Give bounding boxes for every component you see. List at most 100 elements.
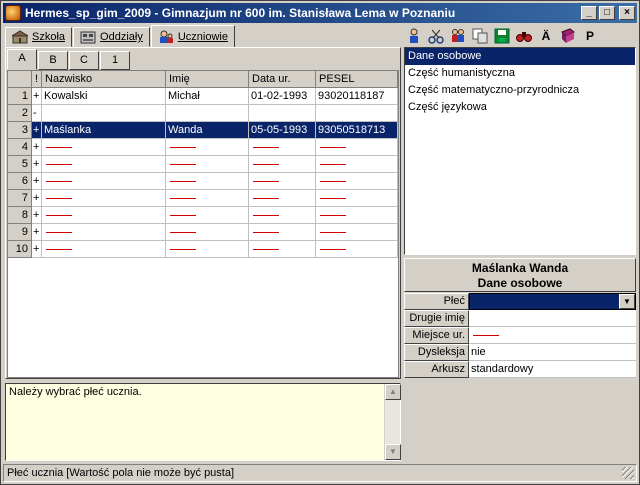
table-row[interactable]: 3 + Maślanka Wanda 05-05-1993 93050518713	[8, 122, 398, 139]
property-label[interactable]: Drugie imię	[404, 310, 469, 327]
birthplace-field[interactable]	[469, 327, 636, 344]
scroll-up-button[interactable]: ▲	[385, 384, 401, 400]
property-label[interactable]: Miejsce ur.	[404, 327, 469, 344]
cell-pesel[interactable]	[316, 190, 398, 207]
add-student-icon[interactable]	[405, 27, 423, 45]
cell-name[interactable]	[166, 105, 249, 122]
cell-name[interactable]	[166, 190, 249, 207]
cell-surname[interactable]: Kowalski	[42, 88, 166, 105]
minimize-button[interactable]: _	[581, 6, 597, 20]
cell-surname[interactable]	[42, 190, 166, 207]
list-item-czesc-mat-przyr[interactable]: Część matematyczno-przyrodnicza	[405, 82, 635, 99]
cell-name[interactable]	[166, 139, 249, 156]
cell-surname[interactable]	[42, 173, 166, 190]
table-row[interactable]: 1 + Kowalski Michał 01-02-1993 93020118187	[8, 88, 398, 105]
sheet-field[interactable]: standardowy	[469, 361, 636, 378]
column-header-flag[interactable]: !	[32, 71, 42, 88]
table-row[interactable]: 8 +	[8, 207, 398, 224]
dyslexia-field[interactable]: nie	[469, 344, 636, 361]
row-flag[interactable]: +	[32, 207, 42, 224]
cell-pesel[interactable]	[316, 139, 398, 156]
cell-dob[interactable]	[249, 156, 316, 173]
cell-dob[interactable]	[249, 105, 316, 122]
cell-dob[interactable]	[249, 241, 316, 258]
second-name-field[interactable]	[469, 310, 636, 327]
column-header-pesel[interactable]: PESEL	[316, 71, 398, 88]
cell-name[interactable]	[166, 156, 249, 173]
subtab-b[interactable]: B	[38, 51, 68, 70]
subtab-1[interactable]: 1	[100, 51, 130, 70]
tab-szkola[interactable]: Szkoła	[5, 27, 73, 47]
cell-name[interactable]	[166, 207, 249, 224]
cell-pesel[interactable]	[316, 173, 398, 190]
chevron-down-icon[interactable]: ▼	[619, 294, 635, 309]
cell-dob[interactable]	[249, 173, 316, 190]
cell-surname[interactable]	[42, 156, 166, 173]
maximize-button[interactable]: □	[599, 6, 615, 20]
resize-grip[interactable]	[622, 467, 634, 479]
cell-name[interactable]: Michał	[166, 88, 249, 105]
message-box[interactable]: Należy wybrać płeć ucznia. ▲ ▼	[5, 383, 401, 461]
table-row[interactable]: 9 +	[8, 224, 398, 241]
cell-pesel[interactable]	[316, 241, 398, 258]
book-icon[interactable]	[559, 27, 577, 45]
column-header-dob[interactable]: Data ur.	[249, 71, 316, 88]
row-flag[interactable]: +	[32, 122, 42, 139]
row-flag[interactable]: -	[32, 105, 42, 122]
copy-icon[interactable]	[471, 27, 489, 45]
row-flag[interactable]: +	[32, 156, 42, 173]
property-label[interactable]: Arkusz	[404, 361, 469, 378]
app-icon[interactable]	[5, 5, 21, 21]
cell-surname[interactable]	[42, 207, 166, 224]
cell-surname[interactable]: Maślanka	[42, 122, 166, 139]
sections-list[interactable]: Dane osobowe Część humanistyczna Część m…	[404, 47, 636, 255]
list-item-czesc-humanistyczna[interactable]: Część humanistyczna	[405, 65, 635, 82]
cell-name[interactable]	[166, 241, 249, 258]
cell-surname[interactable]	[42, 241, 166, 258]
column-header-surname[interactable]: Nazwisko	[42, 71, 166, 88]
cell-dob[interactable]: 05-05-1993	[249, 122, 316, 139]
save-icon[interactable]	[493, 27, 511, 45]
property-label[interactable]: Płeć	[404, 293, 469, 310]
cell-dob[interactable]	[249, 190, 316, 207]
table-row[interactable]: 10 +	[8, 241, 398, 258]
subtab-a[interactable]: A	[7, 49, 37, 70]
cell-pesel[interactable]	[316, 105, 398, 122]
move-students-icon[interactable]	[449, 27, 467, 45]
tab-uczniowie[interactable]: Uczniowie	[150, 25, 235, 48]
row-flag[interactable]: +	[32, 173, 42, 190]
title-bar[interactable]: Hermes_sp_gim_2009 - Gimnazjum nr 600 im…	[3, 3, 637, 23]
table-row[interactable]: 5 +	[8, 156, 398, 173]
cell-dob[interactable]	[249, 139, 316, 156]
message-scrollbar[interactable]: ▲ ▼	[384, 384, 401, 460]
column-header-name[interactable]: Imię	[166, 71, 249, 88]
gender-select[interactable]: ▼	[469, 293, 636, 310]
tab-oddzialy[interactable]: Oddziały	[73, 27, 150, 47]
table-row[interactable]: 6 +	[8, 173, 398, 190]
cell-dob[interactable]	[249, 207, 316, 224]
row-flag[interactable]: +	[32, 139, 42, 156]
cell-pesel[interactable]: 93020118187	[316, 88, 398, 105]
cell-pesel[interactable]	[316, 207, 398, 224]
students-grid[interactable]: ! Nazwisko Imię Data ur. PESEL 1 + Kowalsk…	[7, 70, 399, 378]
cell-dob[interactable]	[249, 224, 316, 241]
property-label[interactable]: Dysleksja	[404, 344, 469, 361]
cell-dob[interactable]: 01-02-1993	[249, 88, 316, 105]
cell-name[interactable]	[166, 173, 249, 190]
cell-name[interactable]: Wanda	[166, 122, 249, 139]
table-row[interactable]: 2-	[8, 105, 398, 122]
list-item-dane-osobowe[interactable]: Dane osobowe	[405, 48, 635, 65]
umlaut-a-icon[interactable]: Ä	[537, 27, 555, 45]
row-flag[interactable]: +	[32, 224, 42, 241]
cell-name[interactable]	[166, 224, 249, 241]
table-row[interactable]: 7 +	[8, 190, 398, 207]
close-button[interactable]: ×	[619, 6, 635, 20]
cell-pesel[interactable]: 93050518713	[316, 122, 398, 139]
list-item-czesc-jezykowa[interactable]: Część językowa	[405, 99, 635, 116]
row-flag[interactable]: +	[32, 88, 42, 105]
cell-surname[interactable]	[42, 139, 166, 156]
subtab-c[interactable]: C	[69, 51, 99, 70]
row-flag[interactable]: +	[32, 190, 42, 207]
cell-surname[interactable]	[42, 105, 166, 122]
search-icon[interactable]	[515, 27, 533, 45]
